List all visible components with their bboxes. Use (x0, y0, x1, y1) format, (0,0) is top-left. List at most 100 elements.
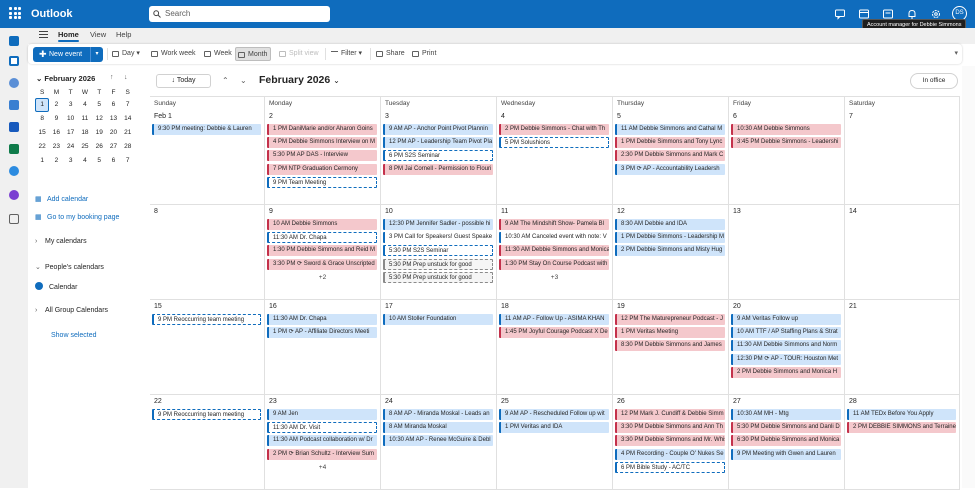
groups-icon[interactable] (9, 100, 19, 110)
calendar-event[interactable]: 8 PM Jai Cornell - Permission to Flouri (383, 163, 493, 175)
calendar-event[interactable]: 9 AM AP - Anchor Point Pivot Plannin (383, 124, 493, 135)
day-number[interactable]: 25 (501, 398, 509, 405)
mini-day[interactable]: 13 (106, 112, 120, 126)
day-cell[interactable]: 22 9 PM Reoccurring team meeting (150, 395, 265, 490)
calendar-event[interactable]: 6 PM S2S Seminar (383, 150, 493, 162)
day-cell[interactable]: 9 10 AM Debbie Simmons 11:30 AM Dr. Chapa 1… (265, 205, 381, 300)
calendar-event[interactable]: 2 PM Debbie Simmons - Chat with Th (499, 124, 609, 135)
day-cell[interactable]: 11 9 AM The Mindshift Show- Pamela Bl 10:3… (497, 205, 613, 300)
calendar-event[interactable]: 12 PM AP - Leadership Team Pivot Pla (383, 137, 493, 149)
day-cell[interactable]: 6 10:30 AM Debbie Simmons 3:45 PM Debbie S… (729, 110, 845, 205)
calendar-event[interactable]: 9 AM Jen (267, 409, 377, 420)
calendar-event[interactable]: 9:30 PM meeting: Debbie & Lauren (152, 124, 261, 135)
app-launcher-icon[interactable] (9, 7, 21, 19)
peoples-calendars-group[interactable]: ⌄ People's calendars (35, 263, 104, 271)
prev-month-icon[interactable]: ⌃ (222, 76, 229, 85)
day-number[interactable]: 8 (154, 208, 158, 215)
excel-icon[interactable] (9, 144, 19, 154)
calendar-event[interactable]: 11:30 AM Debbie Simmons and Norm (731, 340, 841, 352)
next-month-icon[interactable]: ⌄ (240, 76, 247, 85)
day-number[interactable]: 9 (269, 208, 273, 215)
calendar-event[interactable]: 10:30 AM AP - Renee McGuire & Debl (383, 435, 493, 447)
today-button[interactable]: ↓ Today (156, 74, 211, 88)
calendar-event[interactable]: 10:30 AM MH - Mtg (731, 409, 841, 420)
mini-day[interactable]: 6 (106, 154, 120, 168)
calendar-event[interactable]: 8 AM Miranda Moskal (383, 422, 493, 434)
day-cell[interactable]: 25 9 AM AP - Rescheduled Follow up wit 1 P… (497, 395, 613, 490)
day-number[interactable]: 11 (501, 208, 508, 215)
day-view-button[interactable]: Day ▾ (110, 47, 140, 61)
calendar-event[interactable]: 1:45 PM Joyful Courage Podcast X De (499, 327, 609, 339)
calendar-event[interactable]: 11:30 AM Dr. Chapa (267, 232, 377, 244)
calendar-icon[interactable] (9, 56, 19, 66)
mini-day[interactable]: 11 (78, 112, 92, 126)
calendar-event[interactable]: 8:30 PM Debbie Simmons and James (615, 340, 725, 352)
calendar-event[interactable]: 6:30 PM Debbie Simmons and Monica (731, 435, 841, 447)
day-cell[interactable]: 4 2 PM Debbie Simmons - Chat with Th 5 PM … (497, 110, 613, 205)
calendar-event[interactable]: 5:30 PM Prep unstuck for good (383, 271, 493, 283)
chevron-down-icon[interactable]: ▾ (90, 47, 103, 62)
split-view-button[interactable]: Split view (277, 47, 319, 61)
day-cell[interactable]: 14 (845, 205, 960, 300)
mini-day[interactable]: 5 (92, 98, 106, 112)
calendar-event[interactable]: 10 AM Stoller Foundation (383, 314, 493, 325)
more-events-link[interactable]: +4 (265, 464, 380, 471)
month-title[interactable]: February 2026 ⌄ (259, 74, 340, 86)
day-number[interactable]: 26 (617, 398, 625, 405)
day-number[interactable]: 17 (385, 303, 393, 310)
calendar-event[interactable]: 1:30 PM Debbie Simmons and Reid M (267, 245, 377, 257)
calendar-event[interactable]: 10:30 AM Canceled event with note: V (499, 232, 609, 244)
day-cell[interactable]: 16 11:30 AM Dr. Chapa 1 PM ⟳ AP - Affiliat… (265, 300, 381, 395)
calendar-event[interactable]: 2 PM Debbie Simmons and Monica H (731, 366, 841, 378)
day-cell[interactable]: 20 9 AM Veritas Follow up 10 AM TTF / AP S… (729, 300, 845, 395)
onedrive-icon[interactable] (9, 166, 19, 176)
day-number[interactable]: 15 (154, 303, 162, 310)
day-number[interactable]: 21 (849, 303, 857, 310)
show-selected-link[interactable]: Show selected (51, 332, 97, 339)
calendar-event[interactable]: 1 PM DaniMarie and/or Aharon Goins (267, 124, 377, 135)
more-events-link[interactable]: +3 (497, 274, 612, 281)
calendar-event[interactable]: 5 PM Solushions (499, 137, 609, 149)
day-number[interactable]: 6 (733, 113, 737, 120)
calendar-event[interactable]: 10 AM Debbie Simmons (267, 219, 377, 230)
mini-day[interactable]: 20 (106, 126, 120, 140)
day-cell[interactable]: 26 12 PM Mark J. Cundiff & Debbie Simm 3:3… (613, 395, 729, 490)
day-cell[interactable]: 17 10 AM Stoller Foundation (381, 300, 497, 395)
month-button[interactable]: Month (235, 47, 272, 61)
day-number[interactable]: 23 (269, 398, 277, 405)
day-number[interactable]: 20 (733, 303, 741, 310)
in-office-button[interactable]: In office (910, 73, 958, 89)
day-cell[interactable]: 24 8 AM AP - Miranda Moskal - Leads an 8 A… (381, 395, 497, 490)
mini-day[interactable]: 4 (78, 154, 92, 168)
work-week-button[interactable]: Work week (149, 47, 196, 61)
mini-day[interactable]: 22 (35, 140, 49, 154)
mini-day[interactable]: 3 (64, 154, 78, 168)
calendar-event[interactable]: 8:30 AM Debbie and IDA (615, 219, 725, 230)
calendar-event[interactable]: 5:30 PM Debbie Simmons and Danli D (731, 422, 841, 434)
all-group-calendars[interactable]: › All Group Calendars (35, 307, 108, 314)
mini-day[interactable]: 14 (121, 112, 135, 126)
calendar-event[interactable]: 1 PM Veritas and IDA (499, 422, 609, 434)
share-button[interactable]: Share (374, 47, 405, 61)
week-button[interactable]: Week (202, 47, 232, 61)
day-number[interactable]: 7 (849, 113, 853, 120)
mini-day[interactable]: 15 (35, 126, 49, 140)
calendar-event[interactable]: 12 PM The Maturepreneur Podcast - J (615, 314, 725, 325)
mini-day[interactable]: 17 (64, 126, 78, 140)
day-number[interactable]: 24 (385, 398, 393, 405)
day-cell[interactable]: 18 11 AM AP - Follow Up - ASIMA KHAN 1:45 … (497, 300, 613, 395)
calendar-event[interactable]: 1 PM Debbie Simmons and Tony Lync (615, 137, 725, 149)
calendar-event[interactable]: 8 AM AP - Miranda Moskal - Leads an (383, 409, 493, 420)
mini-day[interactable]: 5 (92, 154, 106, 168)
mini-day[interactable]: 18 (78, 126, 92, 140)
day-number[interactable]: 12 (617, 208, 625, 215)
day-cell[interactable]: 23 9 AM Jen 11:30 AM Dr. Visit 11:30 AM Pod… (265, 395, 381, 490)
day-cell[interactable]: 2 1 PM DaniMarie and/or Aharon Goins 4 PM … (265, 110, 381, 205)
calendar-event[interactable]: 9 PM Reoccurring team meeting (152, 314, 261, 325)
mini-day[interactable]: 8 (35, 112, 49, 126)
tab-view[interactable]: View (90, 30, 106, 39)
mini-prev-icon[interactable]: ↑ (110, 74, 114, 81)
tab-home[interactable]: Home (58, 30, 79, 42)
calendar-event[interactable]: 5:30 PM S2S Seminar (383, 245, 493, 257)
mini-next-icon[interactable]: ↓ (124, 74, 128, 81)
